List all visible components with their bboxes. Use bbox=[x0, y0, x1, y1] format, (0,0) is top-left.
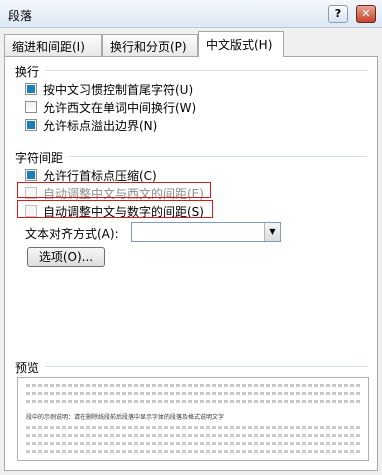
checkbox[interactable] bbox=[25, 169, 37, 181]
divider bbox=[45, 70, 367, 71]
tab-line-page-breaks[interactable]: 换行和分页(P) bbox=[102, 34, 198, 56]
preview-line bbox=[26, 442, 362, 445]
checkbox[interactable] bbox=[25, 119, 37, 131]
checkbox-label: 允许行首标点压缩(C) bbox=[43, 168, 157, 183]
preview-line bbox=[26, 450, 362, 453]
dialog-title: 段落 bbox=[8, 9, 33, 23]
checkbox-row[interactable]: 允许行首标点压缩(C) bbox=[25, 167, 157, 183]
preview-sample-text: 段中的示例说明：请在删除线段前后段落中显示字体的段落及格式说明文字 bbox=[26, 414, 225, 421]
checkbox-row[interactable]: 按中文习惯控制首尾字符(U) bbox=[25, 81, 193, 97]
preview-line bbox=[26, 384, 362, 387]
checkbox[interactable] bbox=[25, 101, 37, 113]
preview-line bbox=[26, 426, 362, 429]
text-align-label: 文本对齐方式(A): bbox=[25, 227, 119, 241]
checkbox-label: 允许西文在单词中间换行(W) bbox=[43, 100, 197, 115]
checkbox-label: 允许标点溢出边界(N) bbox=[43, 118, 158, 133]
checkbox-label: 按中文习惯控制首尾字符(U) bbox=[43, 82, 194, 97]
preview-heading: 预览 bbox=[15, 361, 40, 375]
highlight-box bbox=[17, 182, 211, 198]
preview-area: 段中的示例说明：请在删除线段前后段落中显示字体的段落及格式说明文字 bbox=[17, 377, 369, 461]
checkbox-row[interactable]: 允许标点溢出边界(N) bbox=[25, 117, 157, 133]
options-button[interactable]: 选项(O)... bbox=[27, 247, 105, 267]
preview-line bbox=[26, 392, 362, 395]
preview-line bbox=[26, 434, 362, 437]
highlight-box bbox=[17, 200, 213, 218]
tab-indent-spacing[interactable]: 缩进和间距(I) bbox=[4, 34, 102, 56]
divider bbox=[45, 366, 367, 367]
preview-line bbox=[26, 400, 362, 403]
close-button[interactable]: ✕ bbox=[356, 5, 376, 23]
checkbox[interactable] bbox=[25, 83, 37, 95]
char-spacing-heading: 字符间距 bbox=[15, 151, 64, 165]
help-button[interactable]: ? bbox=[328, 5, 348, 23]
tab-panel: 换行 按中文习惯控制首尾字符(U) 允许西文在单词中间换行(W) 允许标点溢出边… bbox=[4, 56, 378, 471]
tab-asian-typography[interactable]: 中文版式(H) bbox=[198, 31, 284, 57]
title-bar: 段落 ? ✕ bbox=[0, 0, 382, 28]
divider bbox=[69, 156, 367, 157]
line-break-heading: 换行 bbox=[15, 65, 40, 79]
text-align-dropdown[interactable]: ▼ bbox=[131, 222, 281, 242]
checkbox-row[interactable]: 允许西文在单词中间换行(W) bbox=[25, 99, 196, 115]
dropdown-arrow-icon[interactable]: ▼ bbox=[264, 223, 280, 241]
